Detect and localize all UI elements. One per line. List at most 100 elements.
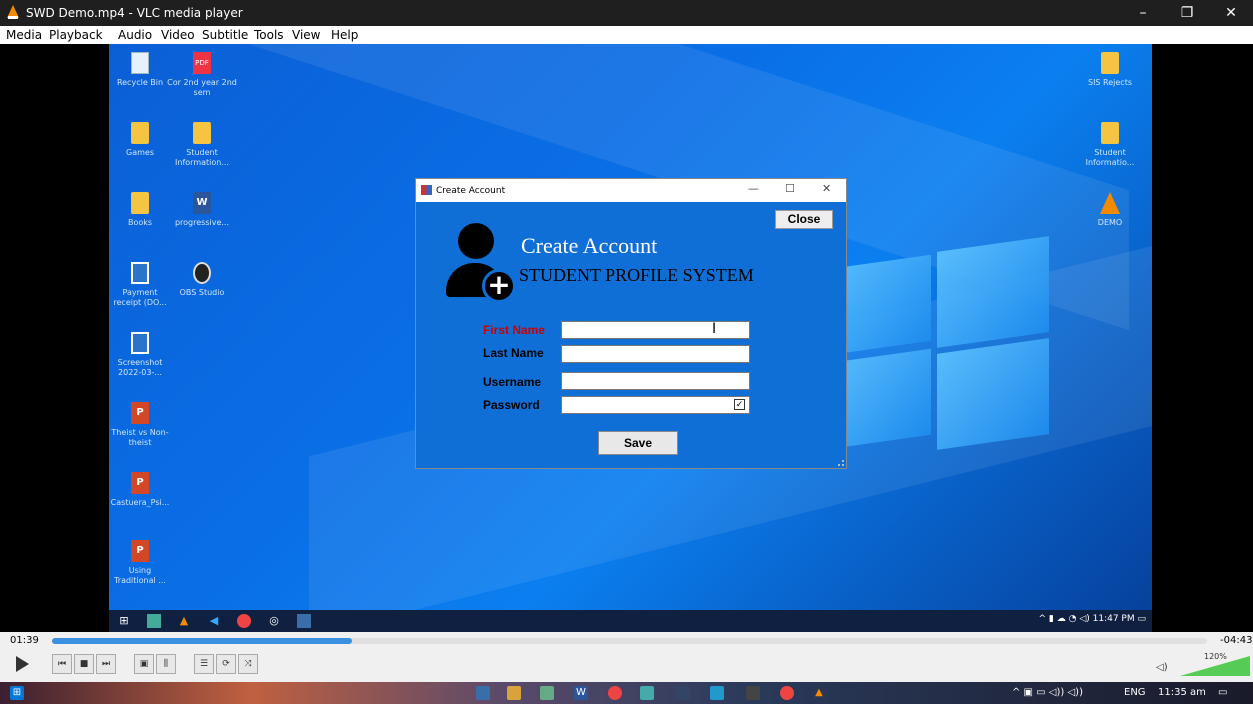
app-icon[interactable] xyxy=(476,686,490,700)
last-name-input[interactable] xyxy=(561,345,750,363)
menu-playback[interactable]: Playback xyxy=(49,28,103,42)
word-icon[interactable]: W xyxy=(574,686,588,700)
powerpoint-icon: P xyxy=(131,472,149,494)
app-icon xyxy=(297,614,311,628)
app-icon[interactable] xyxy=(676,686,690,700)
desktop-icon-payment[interactable]: Payment receipt (DO... xyxy=(109,262,171,308)
dialog-close-button[interactable]: ✕ xyxy=(822,182,831,195)
desktop-icon-books[interactable]: Books xyxy=(109,192,171,228)
password-input[interactable]: ✓ xyxy=(561,396,750,414)
player-controls: 01:39 -04:43 ⏮ ■ ⏭ ▣ ⫼ ☰ ⟳ ⤨ ◁) 120% xyxy=(0,632,1253,682)
windows-logo-wallpaper xyxy=(827,236,1049,450)
notification-icon[interactable]: ▭ xyxy=(1218,687,1227,698)
app-icon[interactable] xyxy=(746,686,760,700)
menu-video[interactable]: Video xyxy=(161,28,195,42)
app-icon xyxy=(421,185,432,195)
playlist-icon[interactable]: ☰ xyxy=(194,654,214,674)
vlc-icon: ▲ xyxy=(179,614,189,627)
menu-help[interactable]: Help xyxy=(331,28,358,42)
close-form-button[interactable]: Close xyxy=(775,210,833,229)
desktop-icon-student-info[interactable]: Student Information... xyxy=(167,122,237,168)
recorded-clock: 11:47 PM xyxy=(1092,614,1135,624)
folder-icon xyxy=(1101,52,1119,74)
desktop-icon-games[interactable]: Games xyxy=(109,122,171,158)
resize-grip[interactable] xyxy=(838,460,844,466)
vscode-icon: ◀ xyxy=(209,614,219,627)
menu-tools[interactable]: Tools xyxy=(254,28,284,42)
speaker-icon[interactable]: ◁) xyxy=(1156,662,1168,673)
next-icon[interactable]: ⏭ xyxy=(96,654,116,674)
obs-studio-icon xyxy=(193,262,211,284)
recorded-desktop: Recycle Bin PDF Cor 2nd year 2nd sem Game… xyxy=(109,44,1152,632)
chrome-icon[interactable] xyxy=(780,686,794,700)
desktop-icon-obs[interactable]: OBS Studio xyxy=(167,262,237,298)
desktop-icon-progressive[interactable]: Wprogressive... xyxy=(167,192,237,228)
username-input[interactable] xyxy=(561,372,750,390)
seek-bar[interactable] xyxy=(52,638,1207,644)
desktop-icon-demo[interactable]: DEMO xyxy=(1079,192,1141,228)
restore-button[interactable]: ❐ xyxy=(1165,0,1209,26)
save-button[interactable]: Save xyxy=(598,431,678,455)
minimize-button[interactable]: – xyxy=(1121,0,1165,26)
username-label: Username xyxy=(483,375,542,389)
window-title: SWD Demo.mp4 - VLC media player xyxy=(26,6,243,20)
remaining-time[interactable]: -04:43 xyxy=(1220,635,1252,646)
recycle-bin-icon xyxy=(131,52,149,74)
volume-slider[interactable]: ◁) 120% xyxy=(1156,652,1250,676)
tray-icons[interactable]: ^ ▣ ▭ ◁)) ◁)) xyxy=(1012,687,1083,698)
loop-icon[interactable]: ⟳ xyxy=(216,654,236,674)
first-name-label: First Name xyxy=(483,323,546,337)
desktop-icon-using-traditional[interactable]: P Using Traditional ... xyxy=(109,540,171,586)
desktop-icon-sis-rejects[interactable]: SIS Rejects xyxy=(1079,52,1141,88)
first-name-input[interactable] xyxy=(561,321,750,339)
form-heading: Create Account xyxy=(521,233,658,258)
image-file-icon xyxy=(131,332,149,354)
app-icon[interactable] xyxy=(710,686,724,700)
extended-settings-icon[interactable]: ⫼ xyxy=(156,654,176,674)
stop-icon[interactable]: ■ xyxy=(74,654,94,674)
play-button[interactable] xyxy=(16,656,29,672)
fullscreen-icon[interactable]: ▣ xyxy=(134,654,154,674)
menu-bar: Media Playback Audio Video Subtitle Tool… xyxy=(0,26,1253,44)
close-button[interactable]: ✕ xyxy=(1209,0,1253,26)
chrome-icon xyxy=(237,614,251,628)
video-area[interactable]: Recycle Bin PDF Cor 2nd year 2nd sem Game… xyxy=(0,44,1253,632)
powerpoint-icon: P xyxy=(131,402,149,424)
language-indicator[interactable]: ENG xyxy=(1124,687,1146,698)
app-icon[interactable] xyxy=(540,686,554,700)
menu-view[interactable]: View xyxy=(292,28,320,42)
desktop-icon-pdf[interactable]: PDF Cor 2nd year 2nd sem xyxy=(167,52,237,98)
volume-percent: 120% xyxy=(1204,652,1227,661)
desktop-icon-student-informatio[interactable]: Student Informatio... xyxy=(1079,122,1141,168)
desktop-icon-theist[interactable]: P Theist vs Non-theist xyxy=(109,402,171,448)
vlc-cone-icon xyxy=(1100,192,1120,214)
folder-icon xyxy=(131,192,149,214)
dialog-title: Create Account xyxy=(436,186,506,196)
folder-icon xyxy=(193,122,211,144)
image-file-icon xyxy=(131,262,149,284)
clock[interactable]: 11:35 am xyxy=(1158,687,1206,698)
desktop-icon-castuera[interactable]: P Castuera_Psi... xyxy=(109,472,171,508)
explorer-icon[interactable] xyxy=(507,686,521,700)
elapsed-time: 01:39 xyxy=(10,635,39,646)
start-icon[interactable]: ⊞ xyxy=(10,686,24,700)
menu-subtitle[interactable]: Subtitle xyxy=(202,28,248,42)
obs-icon: ◎ xyxy=(269,614,279,627)
show-password-checkbox[interactable]: ✓ xyxy=(734,399,745,410)
shuffle-icon[interactable]: ⤨ xyxy=(238,654,258,674)
dialog-minimize-button[interactable]: — xyxy=(748,182,759,195)
menu-audio[interactable]: Audio xyxy=(118,28,152,42)
add-user-icon: + xyxy=(446,223,516,303)
dialog-title-bar: Create Account — ☐ ✕ xyxy=(416,179,846,202)
last-name-label: Last Name xyxy=(483,346,544,360)
app-icon[interactable] xyxy=(640,686,654,700)
chrome-icon[interactable] xyxy=(608,686,622,700)
previous-icon[interactable]: ⏮ xyxy=(52,654,72,674)
desktop-icon-screenshot[interactable]: Screenshot 2022-03-... xyxy=(109,332,171,378)
vlc-icon[interactable]: ▲ xyxy=(812,686,826,700)
form-subheading: STUDENT PROFILE SYSTEM xyxy=(519,265,754,285)
desktop-icon-recycle-bin[interactable]: Recycle Bin xyxy=(109,52,171,88)
text-cursor-icon: I xyxy=(712,321,717,337)
menu-media[interactable]: Media xyxy=(6,28,42,42)
dialog-maximize-button[interactable]: ☐ xyxy=(785,182,795,195)
